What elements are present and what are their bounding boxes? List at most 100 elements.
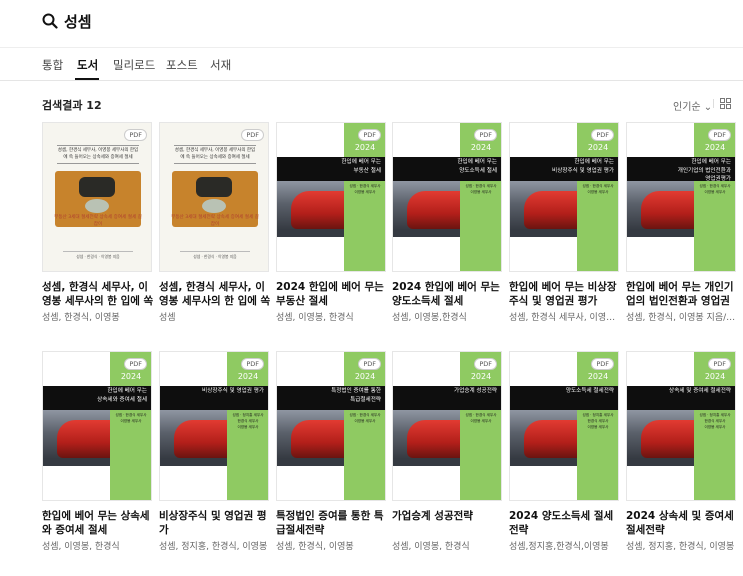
tab-millie-road[interactable]: 밀리로드: [113, 57, 155, 73]
tab-post[interactable]: 포스트: [166, 57, 198, 73]
book-title[interactable]: 2024 양도소득세 절세전략: [509, 509, 621, 537]
book-cover[interactable]: PDF 2024 가업승계 성공전략성셈 · 한경식 세무사 이영봉 세무사: [392, 351, 502, 501]
grid-view-icon[interactable]: [720, 98, 731, 109]
book-title[interactable]: 특정법인 증여를 통한 특급절세전략: [276, 509, 388, 537]
cover-year: 2024: [470, 143, 492, 152]
tab-all[interactable]: 통합: [42, 57, 63, 73]
cover-title: 특정법인 증여를 통한 특급절세전략: [331, 388, 381, 403]
cover-train-photo: [393, 181, 460, 237]
cover-authors: 성셈 · 정지홍 세무사 한경식 세무사 이영봉 세무사: [232, 413, 264, 429]
cover-year: 2024: [354, 372, 376, 381]
book-cover[interactable]: PDF 2024 특정법인 증여를 통한 특급절세전략성셈 · 한경식 세무사 이영…: [276, 351, 386, 501]
cover-authors: 성셈 · 정지홍 세무사 한경식 세무사 이영봉 세무사: [582, 413, 614, 429]
book-title[interactable]: 한입에 베어 무는 개인기업의 법인전환과 영업권 평가: [626, 280, 738, 308]
cover-authors: 성셈 · 한경식 세무사 이영봉 세무사: [582, 184, 614, 194]
pdf-badge: PDF: [474, 129, 497, 141]
pdf-badge: PDF: [358, 129, 381, 141]
pdf-badge: PDF: [708, 358, 731, 370]
tab-books[interactable]: 도서: [77, 57, 98, 73]
book-author: 성셈, 정지홍, 한경식, 이영봉: [626, 542, 735, 552]
cover-year: 2024: [120, 372, 142, 381]
cover-authors: 성셈 · 한경식 세무사 이영봉 세무사: [115, 413, 147, 423]
book-title[interactable]: 한입에 베어 무는 비상장주식 및 영업권 평가: [509, 280, 621, 308]
cover-title: 한입에 베어 무는 상속세와 증여세 절세: [97, 388, 147, 403]
cover-train-photo: [627, 410, 694, 466]
pdf-badge: PDF: [591, 358, 614, 370]
active-tab-indicator: [75, 78, 99, 80]
cover-year: 2024: [587, 143, 609, 152]
cover-title: 한입에 베어 무는 비상장주식 및 영업권 평가: [552, 159, 614, 174]
cover-train-photo: [277, 181, 344, 237]
cover-authors: 성셈 · 한경식 세무사 이영봉 세무사: [465, 413, 497, 423]
pdf-badge: PDF: [591, 129, 614, 141]
book-cover[interactable]: PDF 2024 한입에 베어 무는 양도소득세 절세 성셈 · 한경식 세무사 이영…: [392, 122, 502, 272]
tab-bar: 통합 도서 밀리로드 포스트 서재: [0, 48, 743, 81]
book-author: 성셈, 정지홍, 한경식, 이영봉: [159, 542, 268, 552]
book-title[interactable]: 2024 한입에 베어 무는 양도소득세 절세: [392, 280, 504, 308]
book-cover[interactable]: PDF 2024 상속세 및 증여세 절세전략 성셈 · 정지홍 세무사 한경식 세무…: [626, 351, 736, 501]
search-query[interactable]: 성셈: [64, 11, 92, 32]
cover-title: 비상장주식 및 영업권 평가: [202, 388, 264, 394]
cover-year: 2024: [587, 372, 609, 381]
cover-headline: 성셈, 한경식 세무사, 이영봉 세무사의 한입에 쏙 들어오는 상속세와 증여…: [57, 145, 139, 164]
pdf-badge: PDF: [124, 129, 147, 141]
pdf-badge: PDF: [241, 358, 264, 370]
cover-title: 양도소득세 절세전략: [565, 388, 614, 394]
book-title[interactable]: 2024 한입에 베어 무는 부동산 절세: [276, 280, 388, 308]
book-cover[interactable]: PDF 2024 한입에 베어 무는 비상장주식 및 영업권 평가성셈 · 한경식 …: [509, 122, 619, 272]
cover-headline: 성셈, 한경식 세무사, 이영봉 세무사의 한입에 쏙 들어오는 상속세와 증여…: [174, 145, 256, 164]
cover-train-photo: [510, 410, 577, 466]
cover-title: 한입에 베어 무는 부동산 절세: [341, 159, 381, 174]
cover-title: 가업승계 성공전략: [454, 388, 497, 394]
cover-train-photo: [43, 410, 110, 466]
cover-photo-detail: [202, 199, 226, 213]
cover-subtitle: 부동산 3세대 절세전략 상속세 증여세 절세 길잡이: [54, 215, 142, 227]
pdf-badge: PDF: [358, 358, 381, 370]
book-title[interactable]: 성셈, 한경식 세무사, 이영봉 세무사의 한 입에 쏙 들어오는 상속세와 증…: [159, 280, 271, 308]
book-cover[interactable]: PDF 성셈, 한경식 세무사, 이영봉 세무사의 한입에 쏙 들어오는 상속세와…: [42, 122, 152, 272]
cover-train-photo: [510, 181, 577, 237]
cover-authors: 성셈 · 한경식 세무사 이영봉 세무사: [699, 184, 731, 194]
book-title[interactable]: 가업승계 성공전략: [392, 509, 504, 523]
book-author: 성셈, 이영봉, 한경식: [276, 313, 354, 323]
cover-footer: 성셈 · 한경식 · 이영봉 지음: [63, 251, 133, 260]
cover-title: 한입에 베어 무는 개인기업의 법인전환과 영업권평가: [677, 159, 731, 182]
sort-dropdown[interactable]: 인기순 ⌄: [673, 98, 712, 113]
book-cover[interactable]: PDF 2024 한입에 베어 무는 개인기업의 법인전환과 영업권평가성셈 · 한…: [626, 122, 736, 272]
book-author: 성셈, 한경식 세무사, 이영봉 세무사: [509, 313, 621, 323]
cover-photo-detail: [79, 177, 115, 197]
search-bar: 성셈: [0, 0, 743, 48]
book-title[interactable]: 비상장주식 및 영업권 평가: [159, 509, 271, 537]
book-author: 성셈, 한경식, 이영봉: [276, 542, 354, 552]
book-cover[interactable]: PDF 2024 양도소득세 절세전략성셈 · 정지홍 세무사 한경식 세무사 이영…: [509, 351, 619, 501]
divider: [713, 99, 714, 108]
cover-train-photo: [627, 181, 694, 237]
cover-title: 상속세 및 증여세 절세전략: [669, 388, 731, 394]
book-title[interactable]: 성셈, 한경식 세무사, 이영봉 세무사의 한 입에 쏙 들어오는 상속세와 증…: [42, 280, 154, 308]
cover-year: 2024: [470, 372, 492, 381]
book-cover[interactable]: PDF 2024 비상장주식 및 영업권 평가성셈 · 정지홍 세무사 한경식 세무…: [159, 351, 269, 501]
book-cover[interactable]: PDF 성셈, 한경식 세무사, 이영봉 세무사의 한입에 쏙 들어오는 상속세와…: [159, 122, 269, 272]
cover-authors: 성셈 · 한경식 세무사 이영봉 세무사: [349, 413, 381, 423]
cover-year: 2024: [237, 372, 259, 381]
book-cover[interactable]: PDF 2024 한입에 베어 무는 상속세와 증여세 절세 성셈 · 한경식 세무사…: [42, 351, 152, 501]
search-icon[interactable]: [42, 13, 58, 29]
cover-train-photo: [277, 410, 344, 466]
cover-authors: 성셈 · 정지홍 세무사 한경식 세무사 이영봉 세무사: [699, 413, 731, 429]
pdf-badge: PDF: [708, 129, 731, 141]
cover-train-photo: [160, 410, 227, 466]
result-count: 검색결과 12: [42, 99, 102, 112]
pdf-badge: PDF: [241, 129, 264, 141]
book-author: 성셈, 이영봉, 한경식: [42, 542, 120, 552]
cover-subtitle: 부동산 3세대 절세전략 상속세 증여세 절세 길잡이: [171, 215, 259, 227]
book-author: 성셈, 이영봉,한경식: [392, 313, 467, 323]
cover-year: 2024: [704, 143, 726, 152]
book-title[interactable]: 2024 상속세 및 증여세 절세전략: [626, 509, 738, 537]
cover-authors: 성셈 · 한경식 세무사 이영봉 세무사: [465, 184, 497, 194]
book-title[interactable]: 한입에 베어 무는 상속세와 증여세 절세: [42, 509, 154, 537]
pdf-badge: PDF: [474, 358, 497, 370]
book-author: 성셈, 이영봉, 한경식: [392, 542, 470, 552]
book-author: 성셈, 한경식, 이영봉 지음/성셈 엮음: [626, 313, 738, 323]
book-cover[interactable]: PDF 2024 한입에 베어 무는 부동산 절세 성셈 · 한경식 세무사 이영봉 …: [276, 122, 386, 272]
tab-library[interactable]: 서재: [210, 57, 231, 73]
